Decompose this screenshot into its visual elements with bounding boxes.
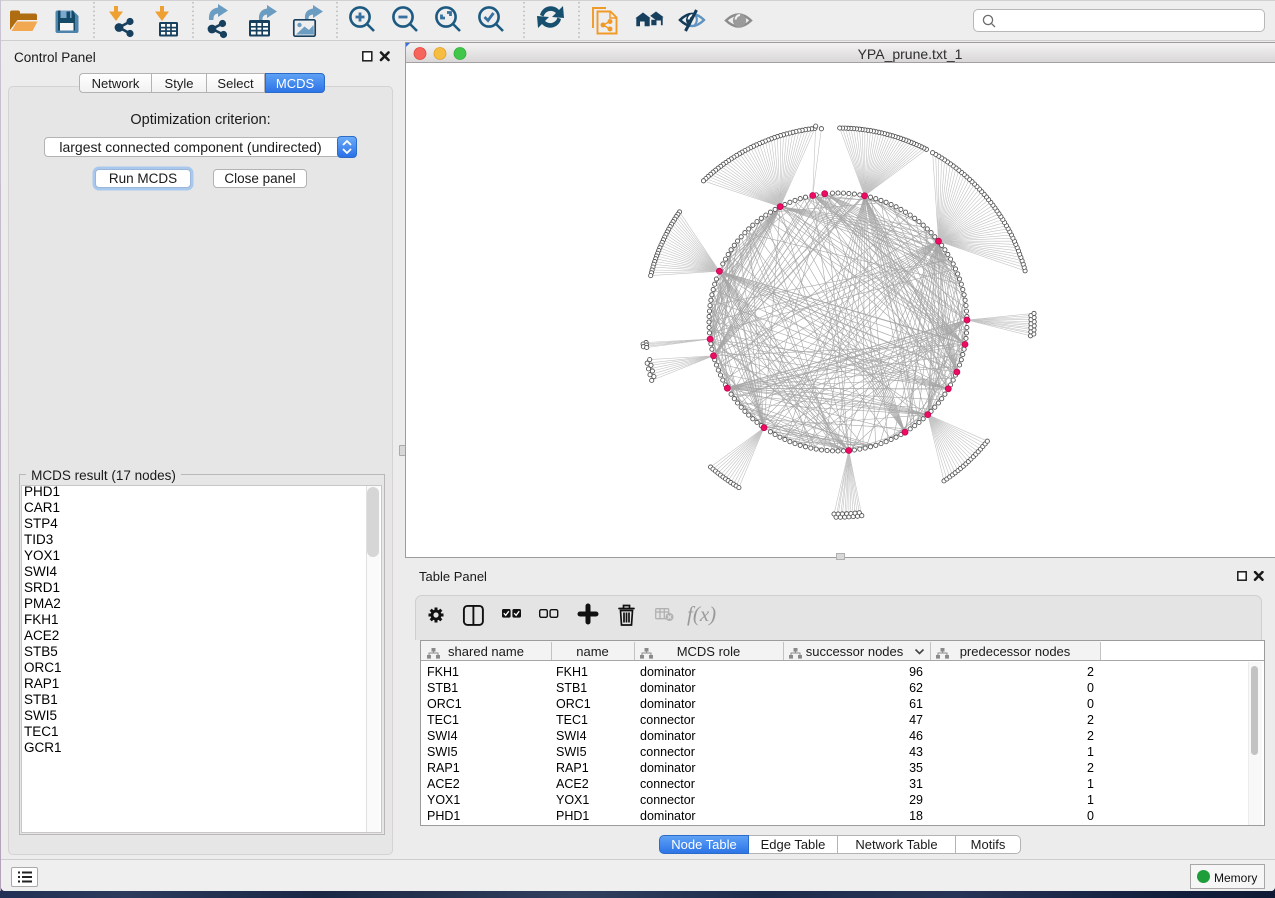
svg-text:f(x): f(x) [687,602,716,626]
